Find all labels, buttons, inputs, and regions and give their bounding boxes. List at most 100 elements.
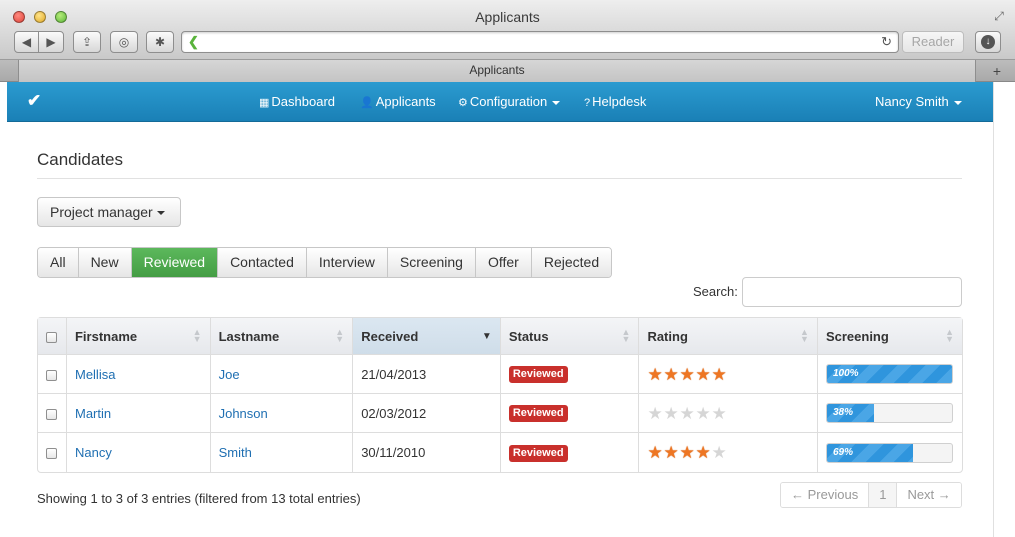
project-dropdown[interactable]: Project manager xyxy=(37,197,181,227)
rating-cell: ★ ★ ★ ★ ★ xyxy=(639,394,818,433)
search-input[interactable] xyxy=(742,277,962,307)
sort-desc-icon: ▼ xyxy=(481,331,492,342)
status-badge: Reviewed xyxy=(508,405,568,422)
reader-button[interactable]: Reader xyxy=(902,31,964,53)
star-filled-icon[interactable]: ★ xyxy=(679,366,695,383)
downloads-button[interactable]: ↓ xyxy=(975,31,1001,53)
star-empty-icon[interactable]: ★ xyxy=(695,405,711,422)
fullscreen-icon[interactable]: ⤢ xyxy=(992,9,1006,23)
column-rating-label: Rating xyxy=(647,328,688,344)
filter-screening[interactable]: Screening xyxy=(387,248,476,277)
row-checkbox[interactable] xyxy=(46,448,57,460)
screening-cell: 100% xyxy=(817,355,962,394)
row-checkbox[interactable] xyxy=(46,369,57,381)
column-lastname[interactable]: Lastname ▲ ▼ xyxy=(210,318,354,355)
screening-progress-fill: 69% xyxy=(826,443,914,462)
screening-cell: 69% xyxy=(818,433,962,472)
lastname-cell: Smith xyxy=(211,433,354,472)
column-status-label: Status xyxy=(508,328,549,344)
star-empty-icon[interactable]: ★ xyxy=(711,444,727,461)
nav-dashboard[interactable]: ▦ Dashboard xyxy=(259,94,335,111)
search-label: Search: xyxy=(693,284,738,299)
screening-progress: 69% xyxy=(825,442,953,463)
reload-icon[interactable]: ↻ xyxy=(881,34,892,50)
rating-stars: ★ ★ ★ ★ ★ xyxy=(647,366,727,383)
lastname-link[interactable]: Smith xyxy=(219,445,252,460)
nav-configuration[interactable]: ⚙ Configuration xyxy=(458,94,561,111)
star-empty-icon[interactable]: ★ xyxy=(663,405,679,422)
history-button[interactable]: ◎ xyxy=(110,31,138,53)
status-cell: Reviewed xyxy=(500,355,640,394)
share-button[interactable]: ⇪ xyxy=(73,31,101,53)
filter-new[interactable]: New xyxy=(78,248,132,277)
row-checkbox[interactable] xyxy=(46,408,57,420)
nav-applicants[interactable]: 👤 Applicants xyxy=(360,94,436,111)
star-filled-icon[interactable]: ★ xyxy=(695,444,711,461)
column-firstname[interactable]: Firstname ▲ ▼ xyxy=(66,318,211,355)
nav-helpdesk[interactable]: ? Helpdesk xyxy=(584,94,646,111)
rating-stars: ★ ★ ★ ★ ★ xyxy=(647,405,727,422)
pagination-next[interactable]: Next → xyxy=(897,483,961,507)
rating-stars: ★ ★ ★ ★ ★ xyxy=(647,444,727,461)
screening-progress-fill: 100% xyxy=(826,365,952,383)
status-cell: Reviewed xyxy=(500,394,640,433)
lastname-link[interactable]: Joe xyxy=(219,367,240,382)
filter-all[interactable]: All xyxy=(38,248,79,277)
filter-offer[interactable]: Offer xyxy=(475,248,532,277)
filter-interview[interactable]: Interview xyxy=(306,248,388,277)
star-filled-icon[interactable]: ★ xyxy=(663,444,679,461)
filter-reviewed[interactable]: Reviewed xyxy=(131,248,219,277)
grid-icon: ▦ xyxy=(259,97,270,109)
table-row: Nancy Smith 30/11/2010 Reviewed ★ ★ ★ ★ ★ 69% xyxy=(38,433,962,472)
nav-helpdesk-label: Helpdesk xyxy=(592,94,647,109)
forward-button[interactable]: ▶ xyxy=(38,31,64,53)
new-tab-icon[interactable]: + xyxy=(989,63,1005,79)
firstname-link[interactable]: Nancy xyxy=(75,445,112,460)
history-icon: ◎ xyxy=(118,35,130,49)
address-bar[interactable]: ❮ ↻ xyxy=(181,31,899,53)
star-filled-icon[interactable]: ★ xyxy=(679,444,695,461)
star-filled-icon[interactable]: ★ xyxy=(711,366,727,383)
column-rating[interactable]: Rating ▲ ▼ xyxy=(639,318,818,355)
chevron-down-icon xyxy=(156,211,165,216)
filter-contacted[interactable]: Contacted xyxy=(218,248,307,277)
column-status[interactable]: Status ▲ ▼ xyxy=(500,318,640,355)
lastname-cell: Johnson xyxy=(210,394,354,433)
user-name: Nancy Smith xyxy=(875,94,949,109)
candidates-table: Firstname ▲ ▼ Lastname ▲ ▼ Received ▼ Status ▲… xyxy=(37,317,963,473)
column-firstname-label: Firstname xyxy=(74,328,138,344)
star-filled-icon[interactable]: ★ xyxy=(647,444,663,461)
site-favicon-icon: ❮ xyxy=(188,34,199,49)
column-received[interactable]: Received ▼ xyxy=(353,318,501,355)
firstname-link[interactable]: Martin xyxy=(75,406,111,421)
user-icon: 👤 xyxy=(360,97,374,109)
back-button[interactable]: ◀ xyxy=(14,31,39,53)
tab-applicants[interactable]: Applicants xyxy=(18,60,976,82)
firstname-link[interactable]: Mellisa xyxy=(75,367,115,382)
sort-icon: ▲ ▼ xyxy=(335,327,345,344)
filter-rejected[interactable]: Rejected xyxy=(531,248,612,277)
pagination: ← Previous 1 Next → xyxy=(780,482,962,508)
screening-progress-fill: 38% xyxy=(826,404,875,422)
star-empty-icon[interactable]: ★ xyxy=(711,405,727,422)
select-all-checkbox[interactable] xyxy=(46,331,57,343)
star-empty-icon[interactable]: ★ xyxy=(647,405,663,422)
star-filled-icon[interactable]: ★ xyxy=(663,366,679,383)
star-empty-icon[interactable]: ★ xyxy=(679,405,695,422)
pagination-page-1[interactable]: 1 xyxy=(869,483,898,507)
status-filter-group: All New Reviewed Contacted Interview Scr… xyxy=(37,247,613,278)
brand-check-icon[interactable]: ✔ xyxy=(27,91,41,111)
row-select-cell xyxy=(38,433,67,472)
extensions-button[interactable]: ✱ xyxy=(146,31,174,53)
firstname-cell: Martin xyxy=(66,394,211,433)
help-icon: ? xyxy=(584,97,591,109)
row-select-cell xyxy=(38,394,67,433)
nav-applicants-label: Applicants xyxy=(375,94,436,109)
star-filled-icon[interactable]: ★ xyxy=(647,366,663,383)
pagination-previous[interactable]: ← Previous xyxy=(781,483,870,507)
column-screening[interactable]: Screening ▲ ▼ xyxy=(817,318,962,355)
user-menu[interactable]: Nancy Smith xyxy=(875,94,962,110)
lastname-link[interactable]: Johnson xyxy=(219,406,268,421)
window-titlebar: Applicants ⤢ ◀ ▶ ⇪ ◎ ✱ ❮ ↻ Reader ↓ xyxy=(0,0,1015,60)
star-filled-icon[interactable]: ★ xyxy=(695,366,711,383)
